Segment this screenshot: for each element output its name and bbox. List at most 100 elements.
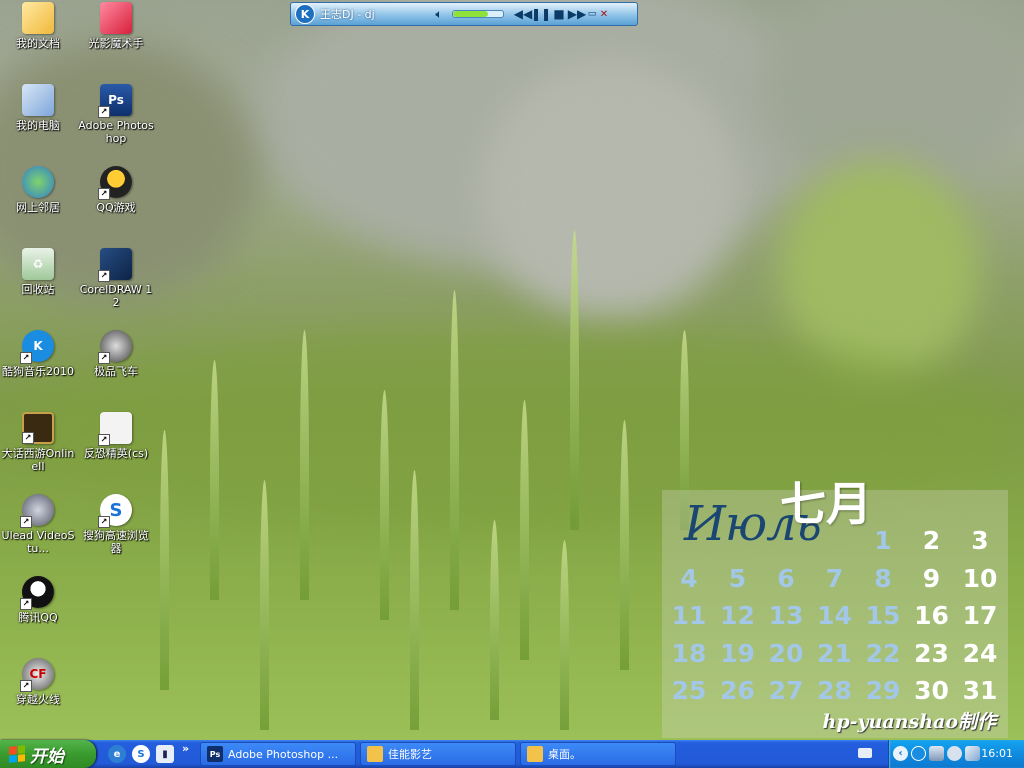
calendar-day: 1: [874, 526, 892, 555]
calendar-day: 18: [671, 638, 707, 668]
stop-button[interactable]: ■: [550, 5, 568, 23]
speaker-icon[interactable]: 🔈︎: [430, 5, 448, 23]
close-icon[interactable]: ✕: [598, 5, 610, 23]
clock: 16:01: [981, 747, 1013, 760]
task-button-canon-folder[interactable]: 佳能影艺: [360, 742, 516, 766]
desktop-icon-crossfire[interactable]: CF ↗ 穿越火线: [0, 658, 76, 706]
calendar-day: 30: [914, 676, 949, 705]
tray-sound-icon[interactable]: [947, 746, 962, 761]
player-track-title: 王志DJ - dj: [320, 8, 375, 21]
next-track-button[interactable]: ▶▶: [568, 5, 586, 23]
my-documents-folder-icon: [22, 2, 54, 34]
calendar-month-chinese: 七月: [780, 477, 872, 531]
calendar-day: 13: [768, 601, 804, 630]
calendar-day: 20: [768, 638, 804, 668]
coreldraw-icon: ↗: [98, 248, 132, 282]
kugou-mini-player[interactable]: K 王志DJ - dj 🔈︎ ◀◀ ❚❚ ■ ▶▶ ▭ ✕: [290, 2, 638, 26]
crossfire-icon: CF ↗: [20, 658, 54, 692]
dahua-xiyou-icon: ↗: [22, 412, 54, 444]
calendar-day: 8: [874, 563, 892, 593]
tray-expand-chevron-icon[interactable]: ‹: [893, 746, 908, 761]
calendar-day: 29: [865, 676, 901, 705]
calendar-day: 24: [962, 638, 998, 668]
previous-track-button[interactable]: ◀◀: [514, 5, 532, 23]
desktop-icon-photoshop[interactable]: Ps ↗ Adobe Photoshop: [78, 84, 154, 145]
sogou-browser-icon: S ↗: [98, 494, 132, 528]
calendar-day: 16: [914, 601, 949, 630]
tray-security-icon[interactable]: [965, 746, 980, 761]
recycle-bin-icon: ♻: [22, 248, 54, 280]
calendar-day: 28: [817, 676, 852, 705]
calendar-day: 3: [971, 526, 989, 555]
quicklaunch-sogou-icon[interactable]: S: [132, 745, 150, 763]
desktop-icon-cs[interactable]: ↗ 反恐精英(cs): [78, 412, 154, 460]
photoshop-task-icon: Ps: [207, 746, 223, 762]
calendar-day: 22: [865, 638, 901, 668]
calendar-day: 31: [962, 676, 998, 705]
quicklaunch-media-icon[interactable]: ▮: [156, 745, 174, 763]
desktop-icon-coreldraw[interactable]: ↗ CorelDRAW 12: [78, 248, 154, 309]
network-places-icon: [22, 166, 54, 198]
qq-game-icon: ↗: [98, 166, 132, 200]
system-tray: ‹ 16:01: [888, 740, 1024, 768]
windows-logo-icon: [9, 745, 25, 763]
quicklaunch-ie-icon[interactable]: e: [108, 745, 126, 763]
start-button[interactable]: 开始: [0, 740, 96, 768]
calendar-day: 15: [865, 601, 901, 630]
desktop-icon-qq[interactable]: ↗ 腾讯QQ: [0, 576, 76, 624]
calendar-day: 2: [922, 526, 941, 555]
ulead-videostudio-icon: ↗: [20, 494, 54, 528]
my-computer-icon: [22, 84, 54, 116]
restore-window-icon[interactable]: ▭: [586, 5, 598, 23]
calendar-day: 12: [720, 601, 755, 630]
need-for-speed-icon: ↗: [98, 330, 132, 364]
taskbar: 开始 e S ▮ » Ps Adobe Photoshop ... 佳能影艺 桌…: [0, 740, 1024, 768]
nevergrind-photo-icon: [100, 2, 132, 34]
photoshop-icon: Ps ↗: [98, 84, 132, 118]
counter-strike-icon: ↗: [98, 412, 132, 446]
task-button-desktop-folder[interactable]: 桌面。: [520, 742, 676, 766]
pause-button[interactable]: ❚❚: [531, 5, 551, 23]
calendar-day: 10: [962, 563, 998, 593]
calendar-day: 17: [962, 601, 998, 630]
tray-network-icon[interactable]: [929, 746, 944, 761]
quicklaunch-more-chevron[interactable]: »: [182, 742, 189, 755]
calendar-day: 21: [817, 638, 852, 668]
calendar-day: 7: [825, 563, 844, 593]
desktop-icon-kugou[interactable]: K ↗ 酷狗音乐2010: [0, 330, 76, 378]
calendar-day: 25: [671, 676, 707, 705]
desktop-icon-network-places[interactable]: 网上邻居: [0, 166, 76, 214]
wallpaper-calendar: Июль 七月 1 2 3 4 5 6 7 8 9 10 11 12 13 14 15 16 17 18 19 20 2…: [662, 477, 1008, 738]
canon-folder-task-icon: [367, 746, 383, 762]
desktop-icon-guangying[interactable]: 光影魔术手: [78, 2, 154, 50]
calendar-day: 4: [680, 563, 698, 593]
desktop-icon-my-documents[interactable]: 我的文档: [0, 2, 76, 50]
calendar-day: 14: [817, 601, 852, 630]
volume-level: [453, 11, 488, 17]
kugou-logo-icon: K: [295, 4, 315, 24]
desktop-folder-task-icon: [527, 746, 543, 762]
desktop-icon-sogou[interactable]: S ↗ 搜狗高速浏览器: [78, 494, 154, 555]
desktop-icon-recycle-bin[interactable]: ♻ 回收站: [0, 248, 76, 296]
desktop-icon-dahua[interactable]: ↗ 大话西游OnlineII: [0, 412, 76, 473]
calendar-day: 9: [922, 563, 941, 593]
calendar-credit: hp-yuanshao制作: [822, 711, 996, 733]
calendar-day: 11: [671, 601, 707, 630]
calendar-day: 6: [777, 563, 795, 593]
kugou-music-icon: K ↗: [20, 330, 54, 364]
desktop-icon-my-computer[interactable]: 我的电脑: [0, 84, 76, 132]
calendar-day: 5: [728, 563, 747, 593]
volume-slider[interactable]: [452, 10, 504, 18]
calendar-day: 27: [768, 676, 804, 705]
calendar-day: 26: [720, 676, 755, 705]
desktop-icon-nfs[interactable]: ↗ 极品飞车: [78, 330, 154, 378]
desktop-icon-qq-game[interactable]: ↗ QQ游戏: [78, 166, 154, 214]
start-label: 开始: [30, 746, 64, 767]
calendar-day: 19: [720, 638, 755, 668]
calendar-day: 23: [914, 638, 949, 668]
tray-kugou-icon[interactable]: [911, 746, 926, 761]
desktop-icon-ulead[interactable]: ↗ Ulead VideoStu...: [0, 494, 76, 555]
task-button-photoshop[interactable]: Ps Adobe Photoshop ...: [200, 742, 356, 766]
keyboard-layout-icon[interactable]: [858, 748, 872, 758]
qq-penguin-icon: ↗: [20, 576, 54, 610]
